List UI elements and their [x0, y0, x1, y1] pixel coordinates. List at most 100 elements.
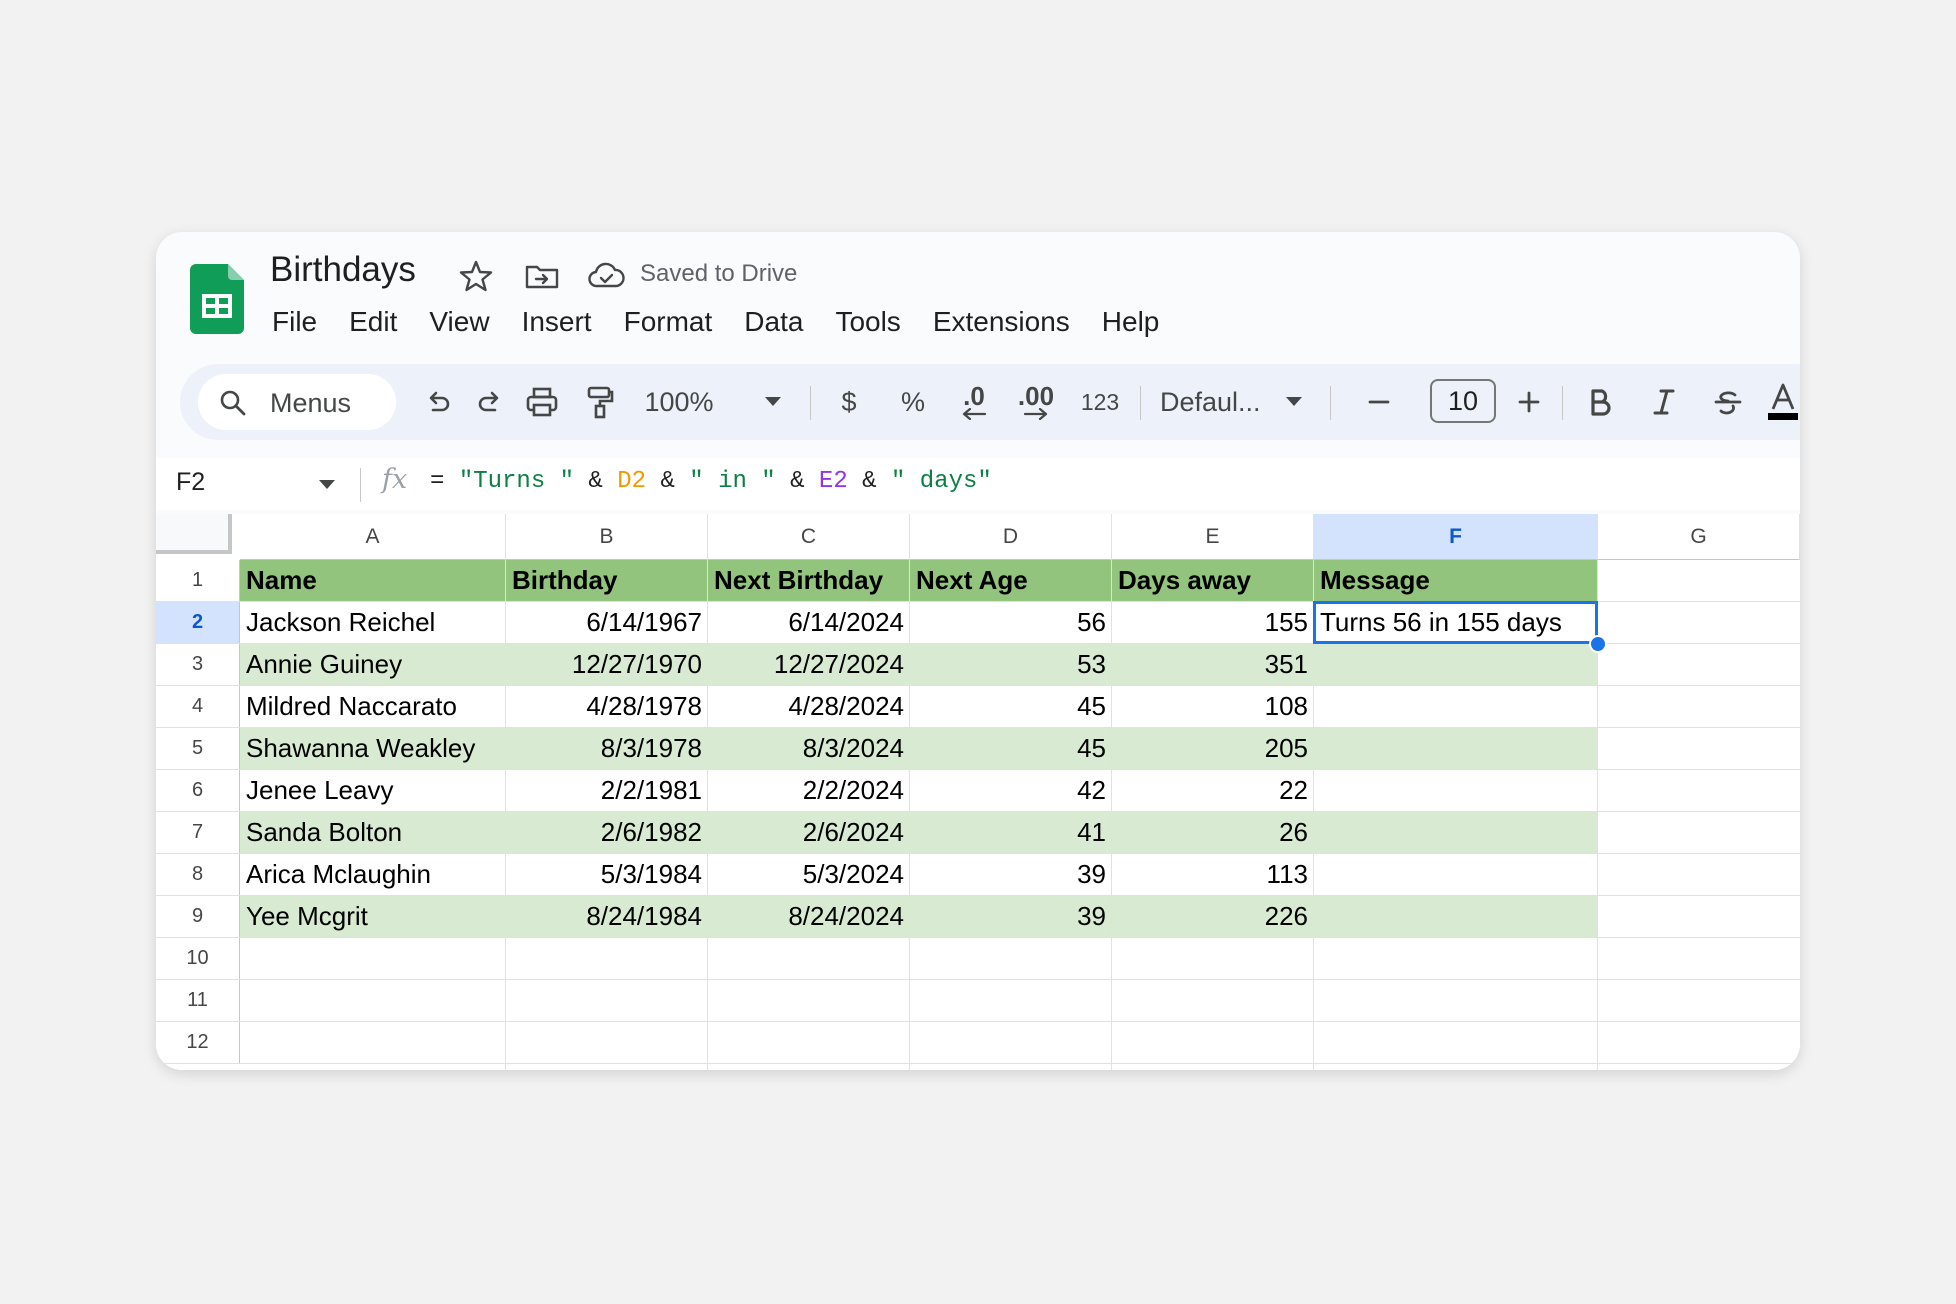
- table-cell[interactable]: [1314, 812, 1598, 853]
- row-header-6[interactable]: 6: [156, 770, 240, 811]
- table-cell[interactable]: Sanda Bolton: [240, 812, 506, 853]
- column-header-f[interactable]: F: [1314, 514, 1598, 560]
- column-header-a[interactable]: A: [240, 514, 506, 560]
- row-header-2[interactable]: 2: [156, 602, 240, 643]
- column-header-g[interactable]: G: [1598, 514, 1800, 560]
- table-cell[interactable]: 5/3/2024: [708, 854, 910, 895]
- menu-format[interactable]: Format: [624, 302, 713, 342]
- header-cell[interactable]: Message: [1314, 560, 1598, 601]
- table-cell[interactable]: 39: [910, 896, 1112, 937]
- menu-help[interactable]: Help: [1102, 302, 1160, 342]
- document-title[interactable]: Birthdays: [270, 250, 416, 290]
- table-cell[interactable]: [1314, 728, 1598, 769]
- row-header-9[interactable]: 9: [156, 896, 240, 937]
- row-header-8[interactable]: 8: [156, 854, 240, 895]
- menu-view[interactable]: View: [429, 302, 489, 342]
- row-header-5[interactable]: 5: [156, 728, 240, 769]
- table-cell[interactable]: Shawanna Weakley: [240, 728, 506, 769]
- header-cell[interactable]: Name: [240, 560, 506, 601]
- menu-file[interactable]: File: [272, 302, 317, 342]
- italic-button[interactable]: [1640, 364, 1688, 440]
- strikethrough-button[interactable]: [1704, 364, 1752, 440]
- search-menus-button[interactable]: Menus: [198, 374, 396, 430]
- menu-extensions[interactable]: Extensions: [933, 302, 1070, 342]
- percent-format-button[interactable]: %: [888, 364, 938, 440]
- table-cell[interactable]: 41: [910, 812, 1112, 853]
- selected-cell-outline[interactable]: [1313, 601, 1598, 644]
- table-cell[interactable]: Arica Mclaughin: [240, 854, 506, 895]
- caret-down-icon[interactable]: [318, 470, 336, 498]
- zoom-dropdown[interactable]: [760, 364, 786, 440]
- table-cell[interactable]: 6/14/1967: [506, 602, 708, 643]
- table-cell[interactable]: 5/3/1984: [506, 854, 708, 895]
- table-cell[interactable]: 22: [1112, 770, 1314, 811]
- row-header-1[interactable]: 1: [156, 560, 240, 601]
- increase-decimal-button[interactable]: .00: [1006, 364, 1066, 440]
- table-cell[interactable]: 108: [1112, 686, 1314, 727]
- increase-font-size-button[interactable]: [1506, 364, 1552, 440]
- table-cell[interactable]: 2/2/2024: [708, 770, 910, 811]
- table-cell[interactable]: [1314, 770, 1598, 811]
- more-formats-button[interactable]: 123: [1072, 364, 1128, 440]
- row-header-7[interactable]: 7: [156, 812, 240, 853]
- table-cell[interactable]: Mildred Naccarato: [240, 686, 506, 727]
- table-cell[interactable]: 8/24/2024: [708, 896, 910, 937]
- table-cell[interactable]: [1314, 644, 1598, 685]
- sheets-logo-icon[interactable]: [190, 264, 244, 334]
- table-cell[interactable]: 56: [910, 602, 1112, 643]
- fill-handle[interactable]: [1589, 635, 1607, 653]
- table-cell[interactable]: 2/6/2024: [708, 812, 910, 853]
- table-cell[interactable]: 12/27/2024: [708, 644, 910, 685]
- formula-input[interactable]: = "Turns " & D2 & " in " & E2 & " days": [430, 468, 992, 495]
- select-all-corner[interactable]: [156, 514, 232, 554]
- decrease-decimal-button[interactable]: .0: [948, 364, 1000, 440]
- menu-insert[interactable]: Insert: [522, 302, 592, 342]
- row-header-3[interactable]: 3: [156, 644, 240, 685]
- row-header-11[interactable]: 11: [156, 980, 240, 1021]
- column-header-b[interactable]: B: [506, 514, 708, 560]
- spreadsheet-grid[interactable]: A B C D E F G 1 2 3 4 5 6 7 8 9 10 11 12 Name Birthday Next B…: [156, 514, 1800, 1070]
- column-header-d[interactable]: D: [910, 514, 1112, 560]
- undo-button[interactable]: [414, 364, 462, 440]
- paint-format-button[interactable]: [578, 364, 622, 440]
- table-cell[interactable]: 2/6/1982: [506, 812, 708, 853]
- table-cell[interactable]: Jenee Leavy: [240, 770, 506, 811]
- name-box[interactable]: F2: [176, 468, 205, 497]
- row-header-10[interactable]: 10: [156, 938, 240, 979]
- currency-format-button[interactable]: $: [824, 364, 874, 440]
- font-dropdown[interactable]: [1280, 364, 1308, 440]
- table-cell[interactable]: 113: [1112, 854, 1314, 895]
- table-cell[interactable]: 45: [910, 728, 1112, 769]
- table-cell[interactable]: 8/3/1978: [506, 728, 708, 769]
- menu-data[interactable]: Data: [744, 302, 803, 342]
- menu-tools[interactable]: Tools: [835, 302, 900, 342]
- font-select[interactable]: Defaul...: [1160, 364, 1276, 440]
- table-cell[interactable]: Annie Guiney: [240, 644, 506, 685]
- table-cell[interactable]: 2/2/1981: [506, 770, 708, 811]
- table-cell[interactable]: 205: [1112, 728, 1314, 769]
- table-cell[interactable]: [1314, 686, 1598, 727]
- menu-edit[interactable]: Edit: [349, 302, 397, 342]
- table-cell[interactable]: [1314, 896, 1598, 937]
- column-header-e[interactable]: E: [1112, 514, 1314, 560]
- table-cell[interactable]: Yee Mcgrit: [240, 896, 506, 937]
- redo-button[interactable]: [466, 364, 514, 440]
- table-cell[interactable]: 12/27/1970: [506, 644, 708, 685]
- table-cell[interactable]: 351: [1112, 644, 1314, 685]
- table-cell[interactable]: 53: [910, 644, 1112, 685]
- table-cell[interactable]: 8/24/1984: [506, 896, 708, 937]
- column-header-c[interactable]: C: [708, 514, 910, 560]
- move-folder-icon[interactable]: [522, 256, 562, 296]
- text-color-button[interactable]: [1766, 364, 1800, 440]
- row-header-12[interactable]: 12: [156, 1022, 240, 1063]
- table-cell[interactable]: 4/28/2024: [708, 686, 910, 727]
- star-icon[interactable]: [456, 256, 496, 296]
- table-cell[interactable]: 26: [1112, 812, 1314, 853]
- zoom-select[interactable]: 100%: [634, 364, 724, 440]
- table-cell[interactable]: 4/28/1978: [506, 686, 708, 727]
- table-cell[interactable]: 155: [1112, 602, 1314, 643]
- save-status[interactable]: Saved to Drive: [640, 260, 797, 288]
- header-cell[interactable]: Birthday: [506, 560, 708, 601]
- decrease-font-size-button[interactable]: [1356, 364, 1402, 440]
- header-cell[interactable]: Next Birthday: [708, 560, 910, 601]
